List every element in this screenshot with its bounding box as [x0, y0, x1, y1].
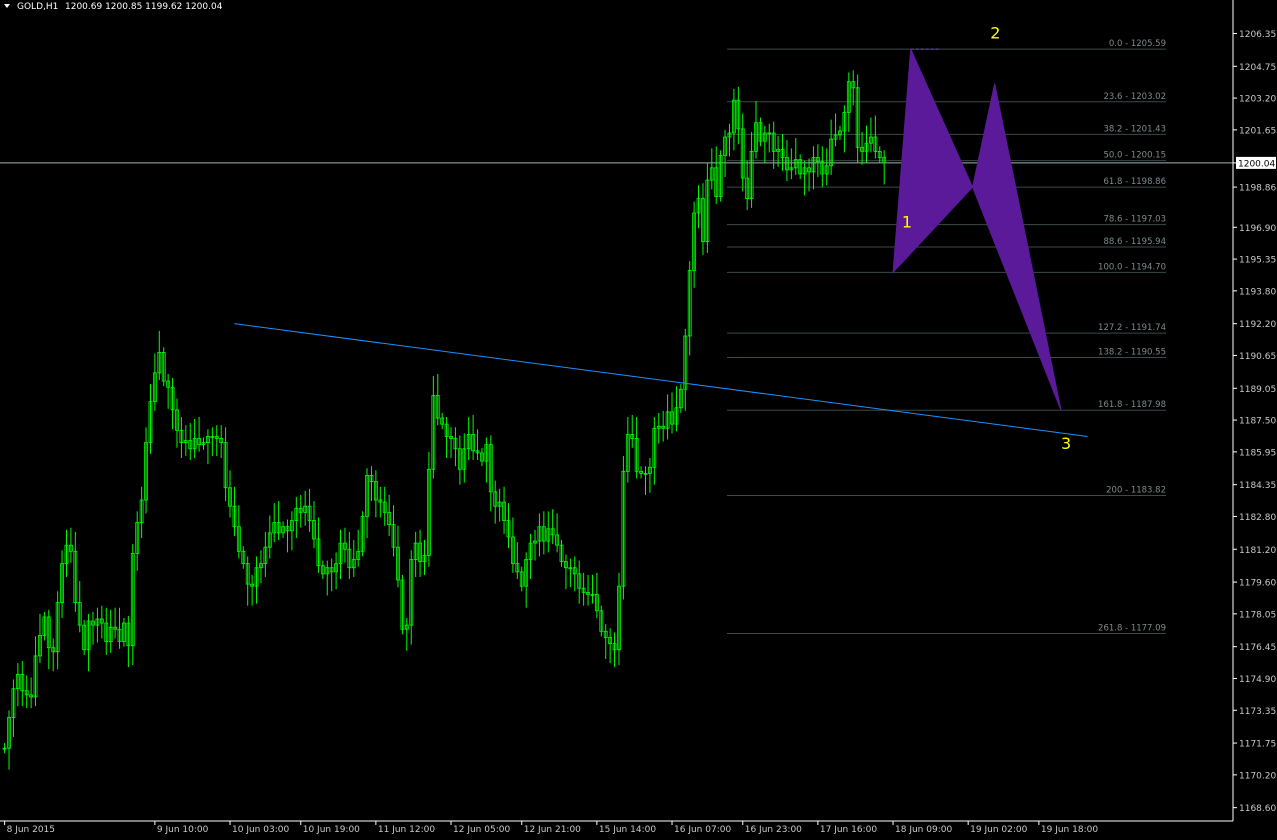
- x-tick-label: 16 Jun 07:00: [674, 825, 731, 835]
- y-tick-label: 1196.90: [1239, 224, 1276, 234]
- fib-level-label: 200 - 1183.82: [1106, 486, 1166, 496]
- y-tick-label: 1173.35: [1239, 707, 1276, 717]
- y-tick-label: 1195.35: [1239, 256, 1276, 266]
- y-tick-label: 1179.60: [1239, 579, 1276, 589]
- y-tick-label: 1168.60: [1239, 804, 1276, 814]
- x-tick-label: 17 Jun 16:00: [820, 825, 877, 835]
- x-tick-label: 10 Jun 03:00: [232, 825, 289, 835]
- x-tick-label: 15 Jun 14:00: [599, 825, 656, 835]
- y-tick-label: 1203.20: [1239, 95, 1276, 105]
- y-tick-label: 1182.80: [1239, 513, 1276, 523]
- x-tick-label: 8 Jun 2015: [7, 825, 55, 835]
- y-tick-label: 1200.04: [1238, 159, 1275, 169]
- y-tick-label: 1198.86: [1239, 184, 1276, 194]
- fib-level-label: 100.0 - 1194.70: [1098, 262, 1166, 272]
- fib-level-label: 161.8 - 1187.98: [1098, 400, 1166, 410]
- y-tick-label: 1206.35: [1239, 30, 1276, 40]
- y-tick-label: 1204.75: [1239, 63, 1276, 73]
- y-tick-label: 1178.05: [1239, 610, 1276, 620]
- fib-level-label: 261.8 - 1177.09: [1098, 624, 1166, 634]
- y-tick-label: 1193.80: [1239, 287, 1276, 297]
- x-tick-label: 10 Jun 19:00: [303, 825, 360, 835]
- fib-level-label: 50.0 - 1200.15: [1103, 151, 1166, 161]
- chart-background: [0, 0, 1277, 836]
- x-tick-label: 12 Jun 05:00: [453, 825, 510, 835]
- x-tick-label: 19 Jun 02:00: [970, 825, 1027, 835]
- y-tick-label: 1176.45: [1239, 643, 1276, 653]
- wave-label: 2: [990, 24, 1000, 43]
- fib-level-label: 61.8 - 1198.86: [1103, 177, 1166, 187]
- y-tick-label: 1170.20: [1239, 771, 1276, 781]
- wave-label: 1: [902, 212, 912, 231]
- x-tick-label: 19 Jun 18:00: [1041, 825, 1098, 835]
- fib-level-label: 38.2 - 1201.43: [1103, 124, 1166, 134]
- y-tick-label: 1184.35: [1239, 481, 1276, 491]
- price-chart[interactable]: 0.0 - 1205.59 23.6 - 1203.02 38.2 - 1201.4…: [0, 0, 1277, 836]
- chart-header: GOLD,H1 1200.69 1200.85 1199.62 1200.04: [4, 2, 223, 12]
- x-tick-label: 16 Jun 23:00: [745, 825, 802, 835]
- x-tick-label: 11 Jun 12:00: [378, 825, 435, 835]
- y-tick-label: 1187.50: [1239, 417, 1276, 427]
- y-tick-label: 1189.05: [1239, 385, 1276, 395]
- x-tick-label: 12 Jun 21:00: [524, 825, 581, 835]
- chart-canvas[interactable]: 0.0 - 1205.59 23.6 - 1203.02 38.2 - 1201.4…: [0, 0, 1277, 836]
- y-tick-label: 1192.20: [1239, 320, 1276, 330]
- fib-level-label: 23.6 - 1203.02: [1103, 92, 1166, 102]
- y-tick-label: 1174.90: [1239, 675, 1276, 685]
- fib-level-label: 88.6 - 1195.94: [1103, 237, 1166, 247]
- y-tick-label: 1190.65: [1239, 352, 1276, 362]
- y-tick-label: 1171.75: [1239, 740, 1276, 750]
- x-tick-label: 18 Jun 09:00: [895, 825, 952, 835]
- fib-level-label: 78.6 - 1197.03: [1103, 215, 1166, 225]
- ohlc-values: 1200.69 1200.85 1199.62 1200.04: [65, 2, 223, 12]
- y-tick-label: 1185.95: [1239, 448, 1276, 458]
- symbol-label: GOLD,H1: [17, 2, 58, 12]
- fib-level-label: 0.0 - 1205.59: [1109, 39, 1166, 49]
- wave-label: 3: [1061, 434, 1071, 453]
- x-tick-label: 9 Jun 10:00: [157, 825, 209, 835]
- y-tick-label: 1201.65: [1239, 126, 1276, 136]
- y-tick-label: 1181.20: [1239, 546, 1276, 556]
- fib-level-label: 138.2 - 1190.55: [1098, 348, 1166, 358]
- fib-level-label: 127.2 - 1191.74: [1098, 323, 1166, 333]
